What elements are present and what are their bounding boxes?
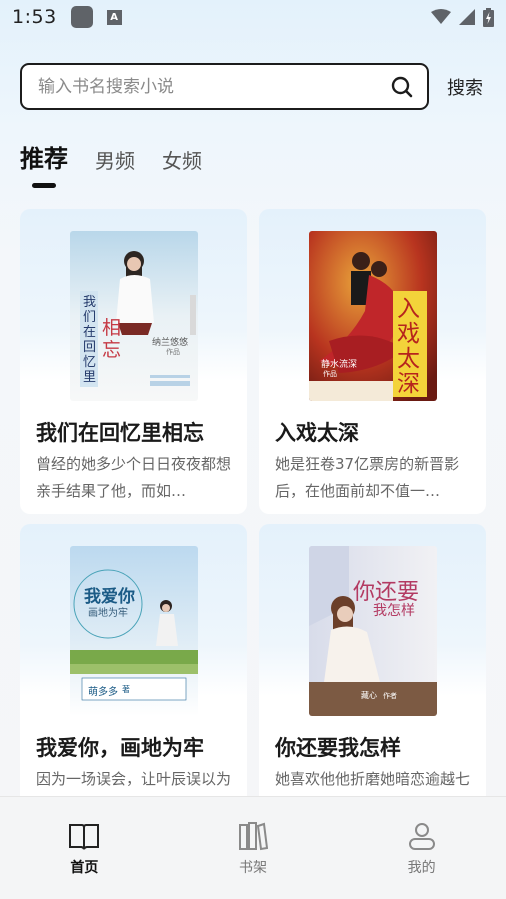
cover-author: 萌多多 (88, 687, 118, 698)
battery-icon (483, 7, 494, 27)
nav-label: 书架 (239, 860, 267, 876)
book-card[interactable]: 你还要 我怎样 藏心 作者 你还要我怎样 她喜欢他他折磨她暗恋逾越七年，受尽屈辱… (259, 524, 486, 829)
book-title: 我们在回忆里相忘 (36, 421, 204, 445)
book-description: 曾经的她多少个日日夜夜都想亲手结果了他，而如… (36, 455, 232, 500)
bottom-nav: 首页 书架 我的 (0, 796, 506, 899)
a-badge-icon: A (106, 9, 122, 25)
signal-icon (459, 9, 475, 25)
book-description: 她是狂卷37亿票房的新晋影后，在他面前却不值一… (275, 455, 460, 500)
book-card[interactable]: 我爱你 画地为牢 萌多多 著 我爱你，画地为牢 因为一场误会，让叶辰误以为她想谋… (20, 524, 247, 829)
cover-title-vertical: 我们在回忆里 (83, 295, 97, 385)
nav-home[interactable]: 首页 (0, 797, 169, 899)
book-cover: 入戏太深 静水流深 作品 (309, 231, 437, 401)
tab-female[interactable]: 女频 (162, 145, 202, 174)
cover-tag: 作品 (166, 348, 180, 356)
nav-label: 首页 (70, 860, 99, 876)
category-tabs: 推荐 男频 女频 (20, 139, 229, 188)
book-title: 我爱你，画地为牢 (36, 736, 204, 760)
cover-title-line2: 我怎样 (373, 603, 415, 619)
tab-recommended[interactable]: 推荐 (20, 139, 68, 188)
cover-subtitle: 画地为牢 (88, 608, 128, 619)
book-card[interactable]: 入戏太深 静水流深 作品 入戏太深 她是狂卷37亿票房的新晋影后，在他面前却不值… (259, 209, 486, 514)
cover-author: 藏心 (361, 691, 377, 700)
nav-profile[interactable]: 我的 (337, 797, 506, 899)
cover-tag: 作者 (383, 692, 397, 700)
search-icon[interactable] (391, 76, 413, 98)
book-cover: 你还要 我怎样 藏心 作者 (309, 546, 437, 716)
tab-male[interactable]: 男频 (95, 145, 135, 174)
user-icon (408, 823, 435, 850)
cover-title-accent: 相忘 (102, 317, 122, 361)
search-bar: 搜索 (20, 63, 490, 110)
status-bar: 1:53 A (0, 0, 506, 34)
cover-tag: 著 (122, 685, 130, 694)
book-open-icon (69, 824, 100, 850)
status-time: 1:53 (12, 6, 57, 28)
book-title: 入戏太深 (275, 421, 359, 445)
cover-title-vertical: 入戏太深 (397, 296, 420, 397)
book-card[interactable]: 我们在回忆里 相忘 纳兰悠悠 作品 我们在回忆里相忘 曾经的她多少个日日夜夜都想… (20, 209, 247, 514)
cover-tag: 作品 (323, 370, 337, 378)
wifi-icon (431, 9, 451, 24)
book-cover: 我爱你 画地为牢 萌多多 著 (70, 546, 198, 716)
nav-bookshelf[interactable]: 书架 (169, 797, 338, 899)
search-box[interactable] (20, 63, 429, 110)
book-cover: 我们在回忆里 相忘 纳兰悠悠 作品 (70, 231, 198, 401)
bookshelf-icon (239, 822, 268, 851)
book-title: 你还要我怎样 (275, 736, 401, 760)
nav-label: 我的 (407, 860, 436, 876)
search-input[interactable] (38, 76, 391, 97)
search-button[interactable]: 搜索 (447, 74, 483, 100)
app-square-icon (70, 6, 93, 28)
